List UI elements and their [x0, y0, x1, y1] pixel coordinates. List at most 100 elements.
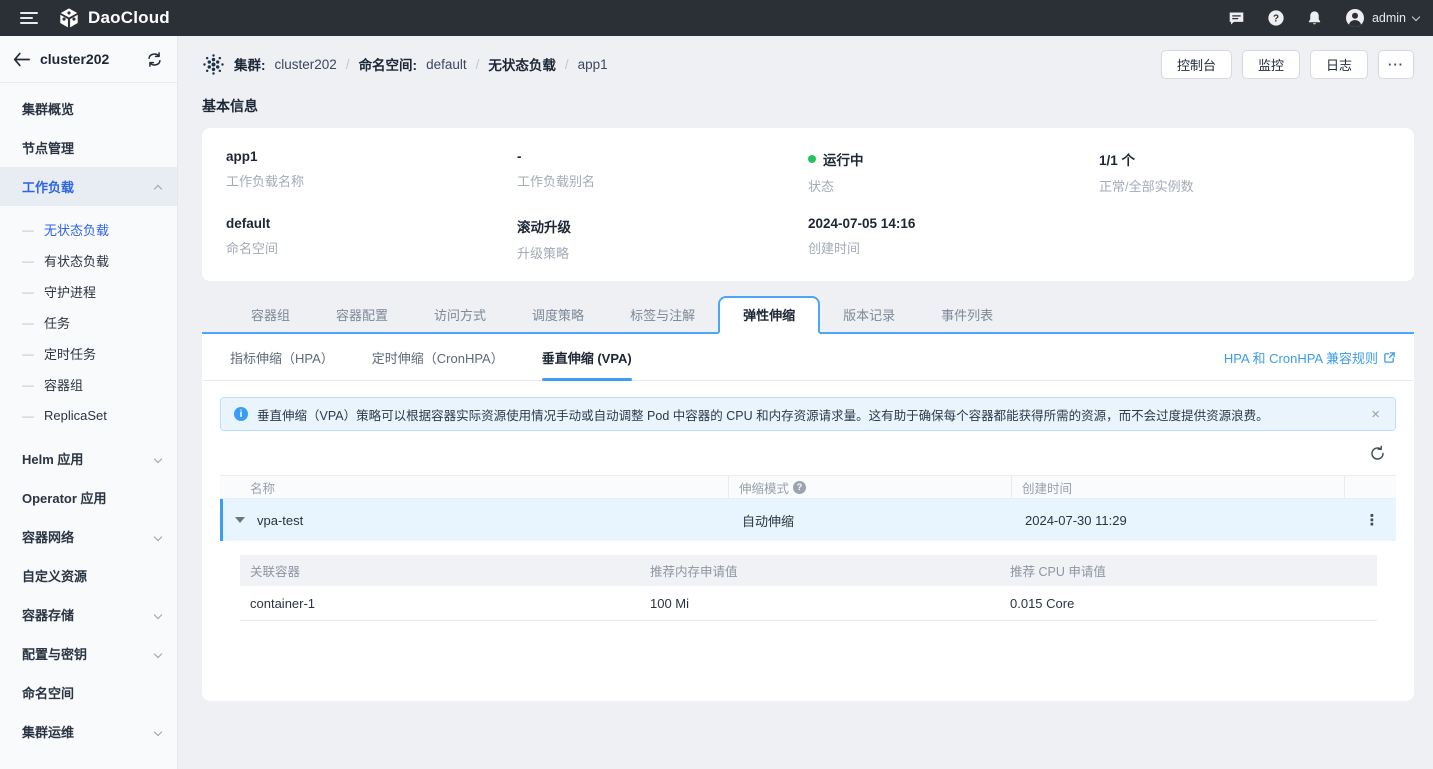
autoscaling-panel: 指标伸缩（HPA） 定时伸缩（CronHPA） 垂直伸缩 (VPA) HPA 和…	[202, 334, 1414, 701]
table-row: container-1 100 Mi 0.015 Core	[240, 586, 1377, 621]
sidebar-item-workloads[interactable]: 工作负载	[0, 167, 177, 206]
field-label: 升级策略	[517, 243, 808, 262]
breadcrumb-workload-type[interactable]: 无状态负载	[488, 54, 556, 74]
subtab-vpa[interactable]: 垂直伸缩 (VPA)	[542, 334, 632, 381]
created-time-value: 2024-07-05 14:16	[808, 216, 1099, 231]
breadcrumb-namespace-value[interactable]: default	[426, 57, 467, 72]
sidebar-item-container-storage[interactable]: 容器存储	[0, 595, 177, 634]
sidebar-item-cronjobs[interactable]: — 定时任务	[0, 338, 177, 369]
sidebar-item-label: 容器网络	[22, 527, 155, 546]
more-actions-button[interactable]: ···	[1378, 50, 1414, 79]
kebab-menu-icon[interactable]: ⋮	[1359, 511, 1386, 529]
sidebar-item-jobs[interactable]: —任务	[0, 307, 177, 338]
sidebar-item-node-management[interactable]: 节点管理	[0, 128, 177, 167]
subtab-hpa[interactable]: 指标伸缩（HPA）	[230, 334, 334, 381]
field-label: 工作负载别名	[517, 171, 808, 190]
breadcrumb-cluster-label: 集群:	[234, 54, 266, 74]
svg-text:?: ?	[1273, 14, 1279, 25]
sidebar-item-container-network[interactable]: 容器网络	[0, 517, 177, 556]
chevron-down-icon	[154, 610, 162, 618]
sidebar-item-config-secrets[interactable]: 配置与密钥	[0, 634, 177, 673]
status-dot-icon	[808, 155, 816, 163]
back-button[interactable]	[13, 52, 30, 67]
daocloud-logo-icon	[58, 7, 80, 29]
workload-alias-value: -	[517, 149, 808, 164]
console-button[interactable]: 控制台	[1161, 50, 1232, 79]
sidebar-item-statefulsets[interactable]: —有状态负载	[0, 245, 177, 276]
sidebar-item-label: 定时任务	[44, 344, 96, 363]
tab-autoscaling[interactable]: 弹性伸缩	[718, 296, 820, 334]
message-icon[interactable]	[1228, 9, 1246, 27]
dash-icon: —	[22, 409, 34, 423]
field-label: 创建时间	[808, 238, 1099, 257]
mode-help-icon[interactable]: ?	[793, 481, 806, 494]
sidebar-item-custom-resources[interactable]: 自定义资源	[0, 556, 177, 595]
chevron-down-icon	[1412, 12, 1420, 20]
chevron-down-icon	[154, 649, 162, 657]
status-text: 运行中	[823, 149, 864, 169]
tab-scheduling-policy[interactable]: 调度策略	[509, 298, 607, 332]
status-value: 运行中	[808, 149, 1099, 169]
sidebar-item-helm-apps[interactable]: Helm 应用	[0, 439, 177, 478]
workload-cluster-icon	[202, 53, 225, 76]
refresh-icon[interactable]	[1369, 445, 1386, 462]
external-link-icon	[1383, 351, 1396, 364]
switch-cluster-icon[interactable]	[146, 52, 163, 67]
menu-toggle-icon[interactable]	[20, 12, 38, 24]
sidebar-item-operator-apps[interactable]: Operator 应用	[0, 478, 177, 517]
cpu-request: 0.015 Core	[1000, 596, 1377, 611]
notification-bell-icon[interactable]	[1306, 9, 1324, 27]
subtab-cronhpa[interactable]: 定时伸缩（CronHPA）	[372, 334, 504, 381]
basic-info-title: 基本信息	[202, 96, 1414, 116]
sidebar-item-label: 配置与密钥	[22, 644, 155, 663]
tab-access-method[interactable]: 访问方式	[411, 298, 509, 332]
hpa-cronhpa-compat-link[interactable]: HPA 和 CronHPA 兼容规则	[1224, 348, 1396, 367]
sidebar-item-namespaces[interactable]: 命名空间	[0, 673, 177, 712]
field-label: 工作负载名称	[226, 171, 517, 190]
tab-container-config[interactable]: 容器配置	[313, 298, 411, 332]
breadcrumb-separator: /	[476, 57, 480, 72]
sidebar-item-label: 守护进程	[44, 282, 96, 301]
table-row[interactable]: vpa-test 自动伸缩 2024-07-30 11:29 ⋮	[220, 499, 1396, 541]
sidebar-item-replicasets[interactable]: —ReplicaSet	[0, 400, 177, 431]
tab-pods[interactable]: 容器组	[228, 298, 313, 332]
breadcrumb: 集群: cluster202 / 命名空间: default / 无状态负载 /…	[202, 53, 608, 76]
compat-link-text: HPA 和 CronHPA 兼容规则	[1224, 348, 1378, 367]
help-icon[interactable]: ?	[1267, 9, 1285, 27]
dash-icon: —	[22, 378, 34, 392]
vpa-created: 2024-07-30 11:29	[1015, 513, 1348, 528]
breadcrumb-cluster-value[interactable]: cluster202	[275, 57, 337, 72]
chevron-down-icon	[154, 454, 162, 462]
tab-event-list[interactable]: 事件列表	[918, 298, 1016, 332]
sidebar-item-label: Operator 应用	[22, 488, 161, 507]
sidebar-item-pods[interactable]: — 容器组	[0, 369, 177, 400]
sidebar-item-label: 容器组	[44, 375, 83, 394]
detail-tabs: 容器组 容器配置 访问方式 调度策略 标签与注解 弹性伸缩 版本记录 事件列表	[202, 296, 1414, 334]
tab-revision-history[interactable]: 版本记录	[820, 298, 918, 332]
memory-request: 100 Mi	[640, 596, 1000, 611]
info-field: 1/1 个 正常/全部实例数	[1099, 149, 1390, 195]
field-label: 命名空间	[226, 238, 517, 257]
user-menu[interactable]: admin	[1345, 8, 1419, 28]
logs-button[interactable]: 日志	[1310, 50, 1368, 79]
vpa-mode: 自动伸缩	[732, 511, 1015, 530]
namespace-value: default	[226, 216, 517, 231]
breadcrumb-namespace-label: 命名空间:	[359, 54, 418, 74]
vpa-name[interactable]: vpa-test	[257, 513, 303, 528]
expand-caret-icon[interactable]	[235, 517, 245, 523]
sidebar-item-deployments[interactable]: —无状态负载	[0, 214, 177, 245]
sidebar-item-label: 有状态负载	[44, 251, 109, 270]
sidebar-item-cluster-overview[interactable]: 集群概览	[0, 89, 177, 128]
sidebar-item-label: 任务	[44, 313, 70, 332]
chevron-down-icon	[154, 727, 162, 735]
brand[interactable]: DaoCloud	[58, 7, 170, 29]
dash-icon: —	[22, 347, 34, 361]
monitor-button[interactable]: 监控	[1242, 50, 1300, 79]
dash-icon: —	[22, 285, 34, 299]
info-field: 运行中 状态	[808, 149, 1099, 195]
tab-labels-annotations[interactable]: 标签与注解	[607, 298, 718, 332]
close-icon[interactable]: ×	[1369, 406, 1382, 423]
field-label: 正常/全部实例数	[1099, 176, 1390, 195]
sidebar-item-daemonsets[interactable]: — 守护进程	[0, 276, 177, 307]
sidebar-item-cluster-ops[interactable]: 集群运维	[0, 712, 177, 751]
